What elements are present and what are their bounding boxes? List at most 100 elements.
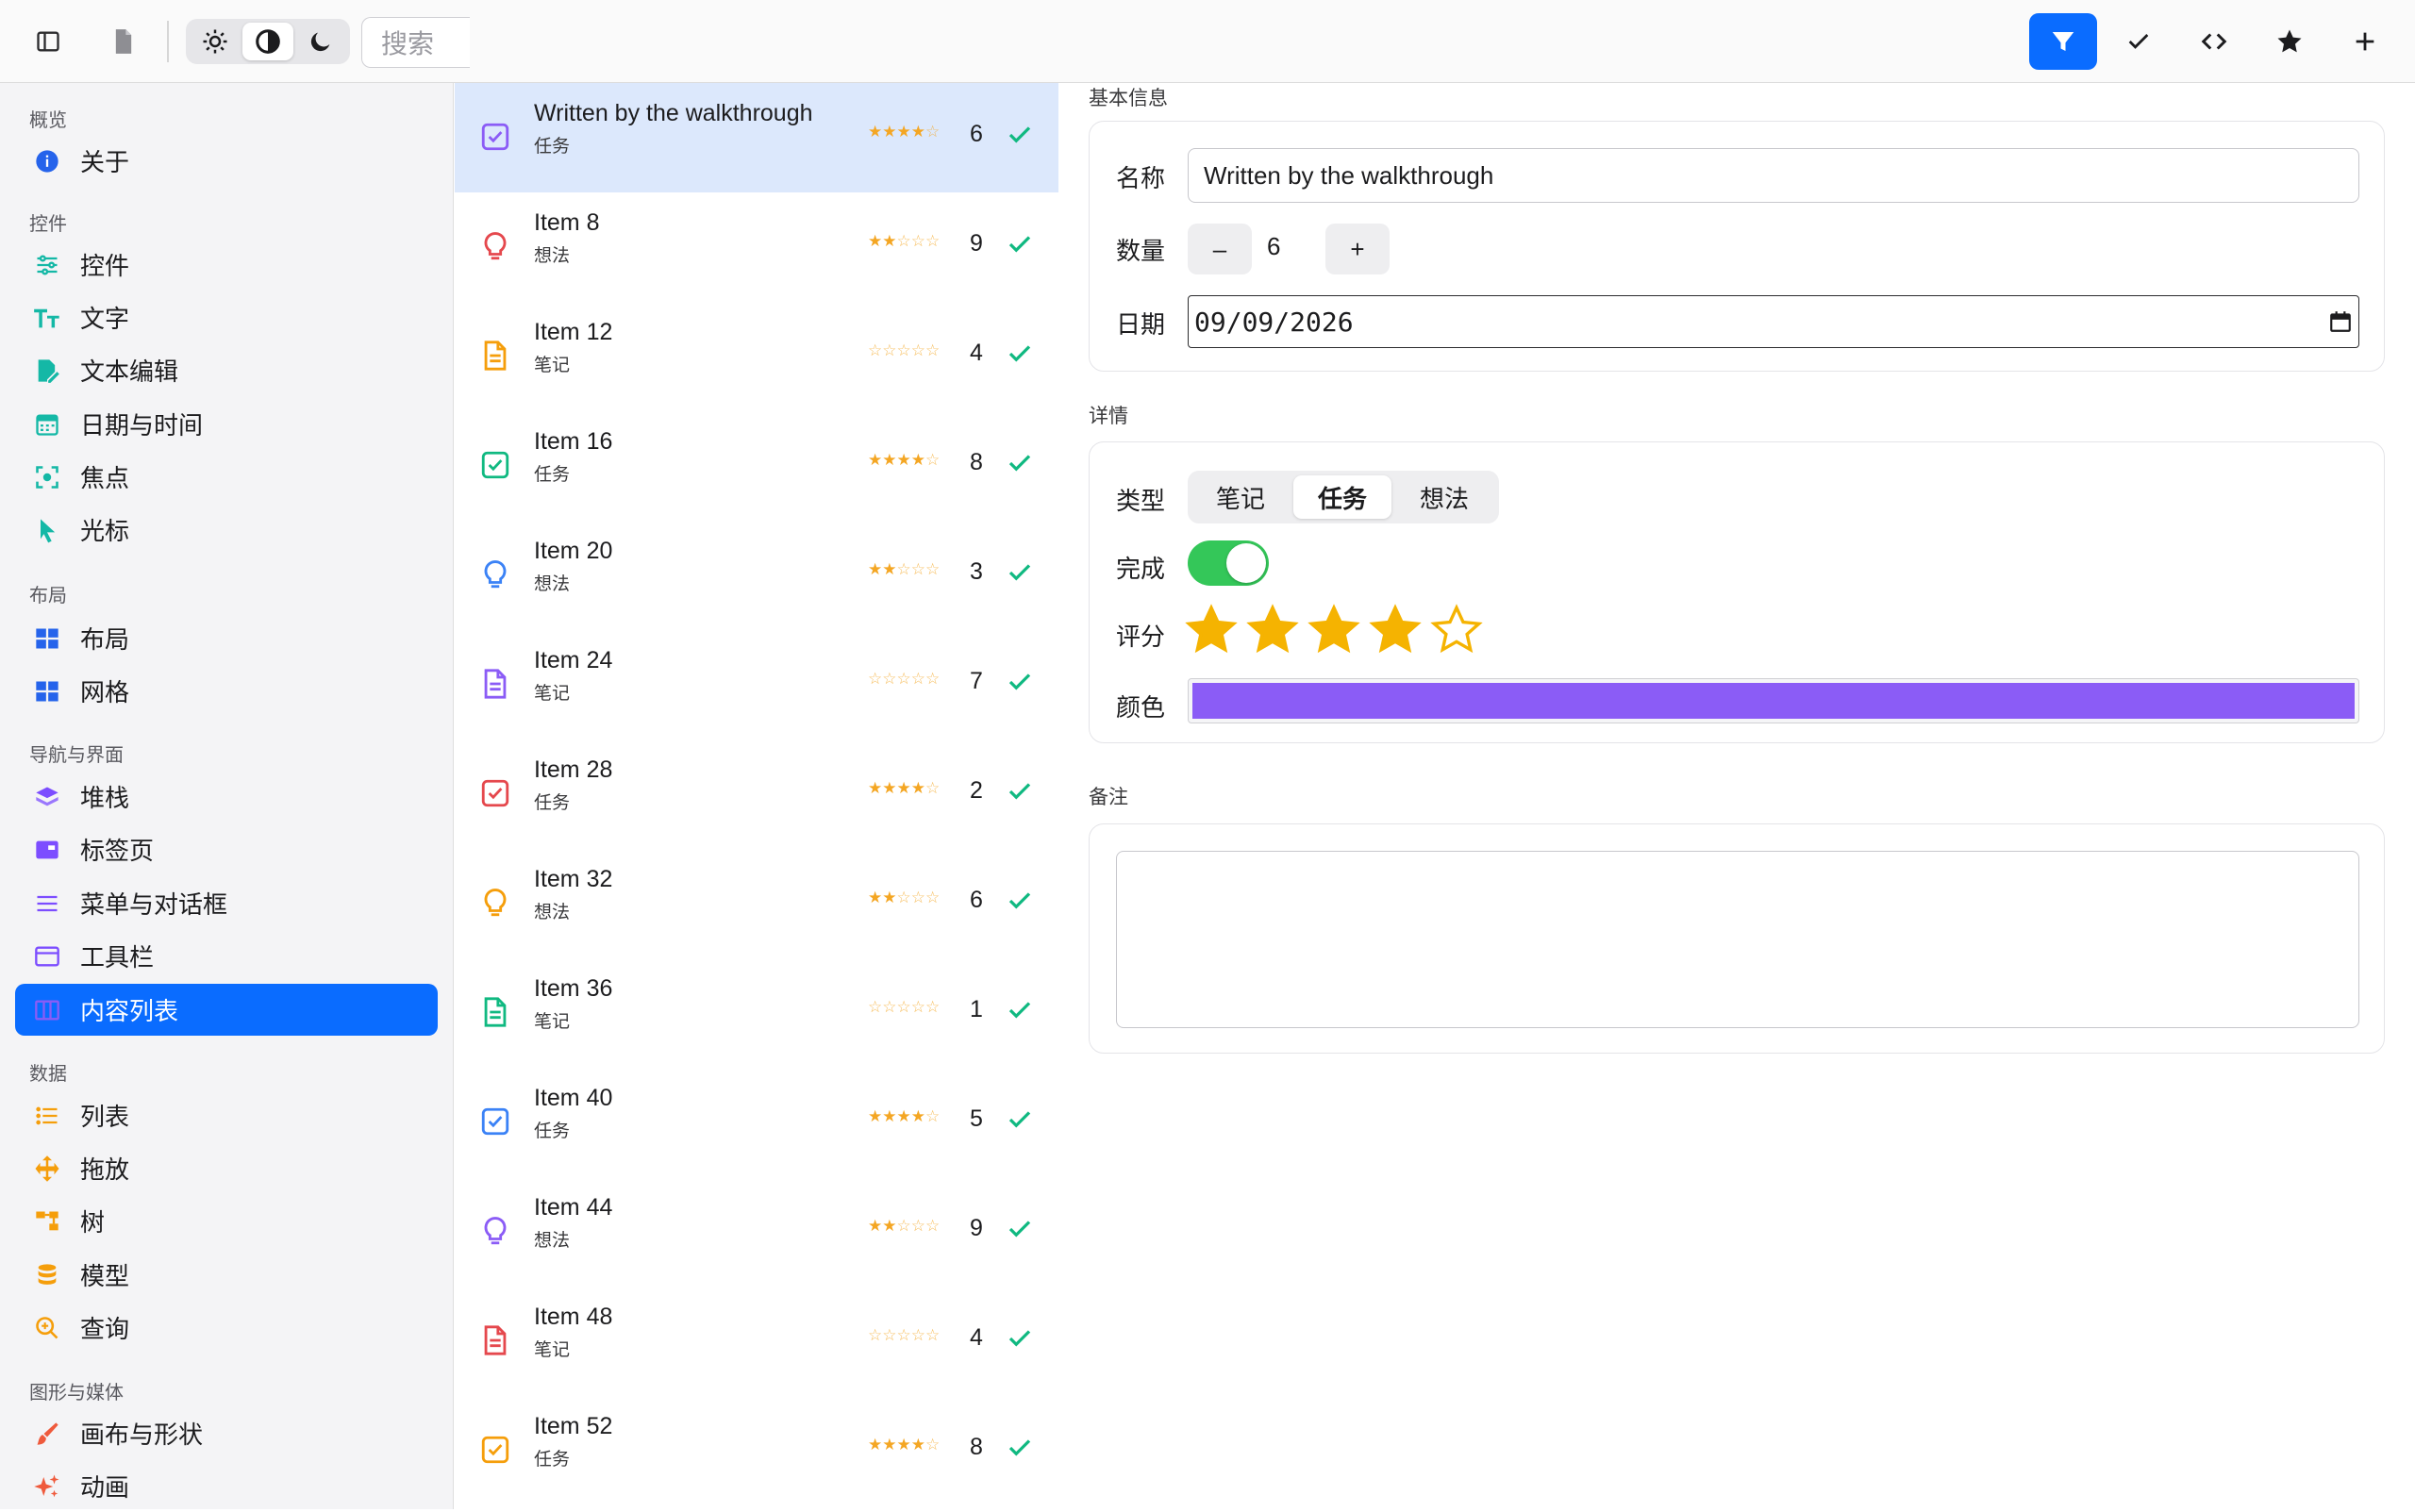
sidebar-item-query[interactable]: 查询 xyxy=(15,1302,438,1354)
sidebar-item-toolbar[interactable]: 工具栏 xyxy=(15,930,438,982)
sidebar-item-menus-dialogs[interactable]: 菜单与对话框 xyxy=(15,877,438,929)
filter-button[interactable] xyxy=(2029,13,2097,70)
theme-dark-option[interactable] xyxy=(295,23,346,60)
quantity-decrement-button[interactable]: – xyxy=(1188,224,1252,274)
star-filled-icon[interactable] xyxy=(1184,603,1239,657)
menu-icon xyxy=(32,889,62,919)
sun-icon xyxy=(203,29,227,54)
theme-segmented-control xyxy=(186,19,350,64)
item-count: 9 xyxy=(970,230,983,257)
text-size-icon xyxy=(32,303,62,333)
rating-label: 评分 xyxy=(1116,623,1166,652)
quantity-value: 6 xyxy=(1267,232,1281,260)
checkmark-icon xyxy=(2128,34,2149,49)
sidebar-item-layout[interactable]: 布局 xyxy=(15,612,438,664)
sidebar-section-controls: 控件 xyxy=(29,212,67,235)
date-field[interactable]: 09/09/2026 xyxy=(1188,295,2359,348)
sidebar-item-date-time[interactable]: 日期与时间 xyxy=(15,398,438,450)
sidebar-item-label: 文字 xyxy=(80,306,130,334)
toolbar-divider xyxy=(167,21,169,62)
item-type: 笔记 xyxy=(534,1011,571,1032)
done-checkmark-icon xyxy=(1008,1330,1031,1347)
list-item[interactable]: Item 20 想法 ★★☆☆☆ 3 xyxy=(455,521,1058,630)
calendar-icon[interactable] xyxy=(2328,309,2353,334)
item-type: 想法 xyxy=(534,245,571,266)
item-title: Item 40 xyxy=(534,1085,613,1111)
item-type: 想法 xyxy=(534,1230,571,1251)
code-button[interactable] xyxy=(2180,13,2248,70)
list-item[interactable]: Item 36 笔记 ☆☆☆☆☆ 1 xyxy=(455,958,1058,1068)
sidebar-item-cursor[interactable]: 光标 xyxy=(15,504,438,556)
done-checkmark-icon xyxy=(1008,1439,1031,1456)
item-title: Item 16 xyxy=(534,428,613,455)
content-list: Written by the walkthrough 任务 ★★★★☆ 6 Item 8… xyxy=(455,83,1058,1509)
item-rating-stars: ☆☆☆☆☆ xyxy=(868,341,941,360)
sidebar-section-layout: 布局 xyxy=(29,584,67,606)
check-button[interactable] xyxy=(2105,13,2173,70)
star-outline-icon[interactable] xyxy=(1429,603,1484,657)
list-item[interactable]: Written by the walkthrough 任务 ★★★★☆ 6 xyxy=(455,83,1058,192)
type-option[interactable]: 笔记 xyxy=(1193,475,1288,519)
list-item[interactable]: Item 8 想法 ★★☆☆☆ 9 xyxy=(455,192,1058,302)
sidebar-item-animation[interactable]: 动画 xyxy=(15,1460,438,1512)
type-segmented-control: 笔记 任务 想法 xyxy=(1188,471,1499,523)
list-item[interactable]: Item 44 想法 ★★☆☆☆ 9 xyxy=(455,1177,1058,1287)
list-item[interactable]: Item 12 笔记 ☆☆☆☆☆ 4 xyxy=(455,302,1058,411)
color-picker[interactable] xyxy=(1188,678,2359,723)
done-checkmark-icon xyxy=(1008,126,1031,143)
done-label: 完成 xyxy=(1116,556,1166,584)
sidebar-item-focus[interactable]: 焦点 xyxy=(15,451,438,503)
name-field[interactable]: Written by the walkthrough xyxy=(1188,148,2359,203)
document-button[interactable] xyxy=(91,13,157,70)
columns-icon xyxy=(32,995,62,1025)
list-item[interactable]: Item 24 笔记 ☆☆☆☆☆ 7 xyxy=(455,630,1058,739)
list-item[interactable]: Item 28 任务 ★★★★☆ 2 xyxy=(455,739,1058,849)
idea-icon xyxy=(479,887,511,919)
sidebar-item-grid[interactable]: 网格 xyxy=(15,665,438,717)
sidebar-item-text-editing[interactable]: 文本编辑 xyxy=(15,344,438,396)
type-option[interactable]: 想法 xyxy=(1395,475,1493,519)
sidebar-item-controls[interactable]: 控件 xyxy=(15,239,438,291)
calendar-icon xyxy=(32,409,62,440)
list-item[interactable]: Item 48 笔记 ☆☆☆☆☆ 4 xyxy=(455,1287,1058,1396)
star-filled-icon[interactable] xyxy=(1368,603,1423,657)
item-count: 2 xyxy=(970,777,983,804)
item-type: 想法 xyxy=(534,573,571,594)
item-count: 9 xyxy=(970,1215,983,1241)
notes-textarea[interactable] xyxy=(1116,851,2359,1028)
item-rating-stars: ★★☆☆☆ xyxy=(868,1217,941,1236)
done-checkmark-icon xyxy=(1008,1002,1031,1019)
list-item[interactable]: Item 52 任务 ★★★★☆ 8 xyxy=(455,1396,1058,1505)
add-button[interactable] xyxy=(2331,13,2399,70)
sidebar-item-canvas-shapes[interactable]: 画布与形状 xyxy=(15,1407,438,1459)
sidebar-toggle-button[interactable] xyxy=(15,13,81,70)
color-label: 颜色 xyxy=(1116,694,1166,723)
sidebar-item-tree[interactable]: 树 xyxy=(15,1195,438,1247)
sidebar-item-list[interactable]: 列表 xyxy=(15,1089,438,1141)
star-filled-icon[interactable] xyxy=(1307,603,1361,657)
quantity-increment-button[interactable]: + xyxy=(1325,224,1390,274)
sidebar-item-drag-drop[interactable]: 拖放 xyxy=(15,1142,438,1194)
sidebar-item-about[interactable]: 关于 xyxy=(15,135,438,187)
theme-light-option[interactable] xyxy=(190,23,241,60)
list-item[interactable]: Item 32 想法 ★★☆☆☆ 6 xyxy=(455,849,1058,958)
favorite-button[interactable] xyxy=(2256,13,2323,70)
theme-auto-option[interactable] xyxy=(242,23,293,60)
sidebar-item-text[interactable]: 文字 xyxy=(15,291,438,343)
item-type: 笔记 xyxy=(534,355,571,375)
star-filled-icon[interactable] xyxy=(1245,603,1300,657)
type-option[interactable]: 任务 xyxy=(1293,475,1391,519)
plus-icon xyxy=(2356,32,2374,51)
list-item[interactable]: Item 16 任务 ★★★★☆ 8 xyxy=(455,411,1058,521)
sidebar-item-tabs[interactable]: 标签页 xyxy=(15,823,438,875)
sidebar-item-stack[interactable]: 堆栈 xyxy=(15,771,438,822)
sidebar-item-label: 控件 xyxy=(80,253,130,281)
item-type: 任务 xyxy=(534,464,571,485)
sidebar-item-content-list[interactable]: 内容列表 xyxy=(15,984,438,1036)
list-item[interactable]: Item 40 任务 ★★★★☆ 5 xyxy=(455,1068,1058,1177)
search-input[interactable]: 搜索 xyxy=(361,17,470,68)
item-title: Item 12 xyxy=(534,319,613,345)
done-toggle[interactable] xyxy=(1188,540,1269,586)
star-icon xyxy=(2277,29,2302,53)
sidebar-item-model[interactable]: 模型 xyxy=(15,1249,438,1301)
